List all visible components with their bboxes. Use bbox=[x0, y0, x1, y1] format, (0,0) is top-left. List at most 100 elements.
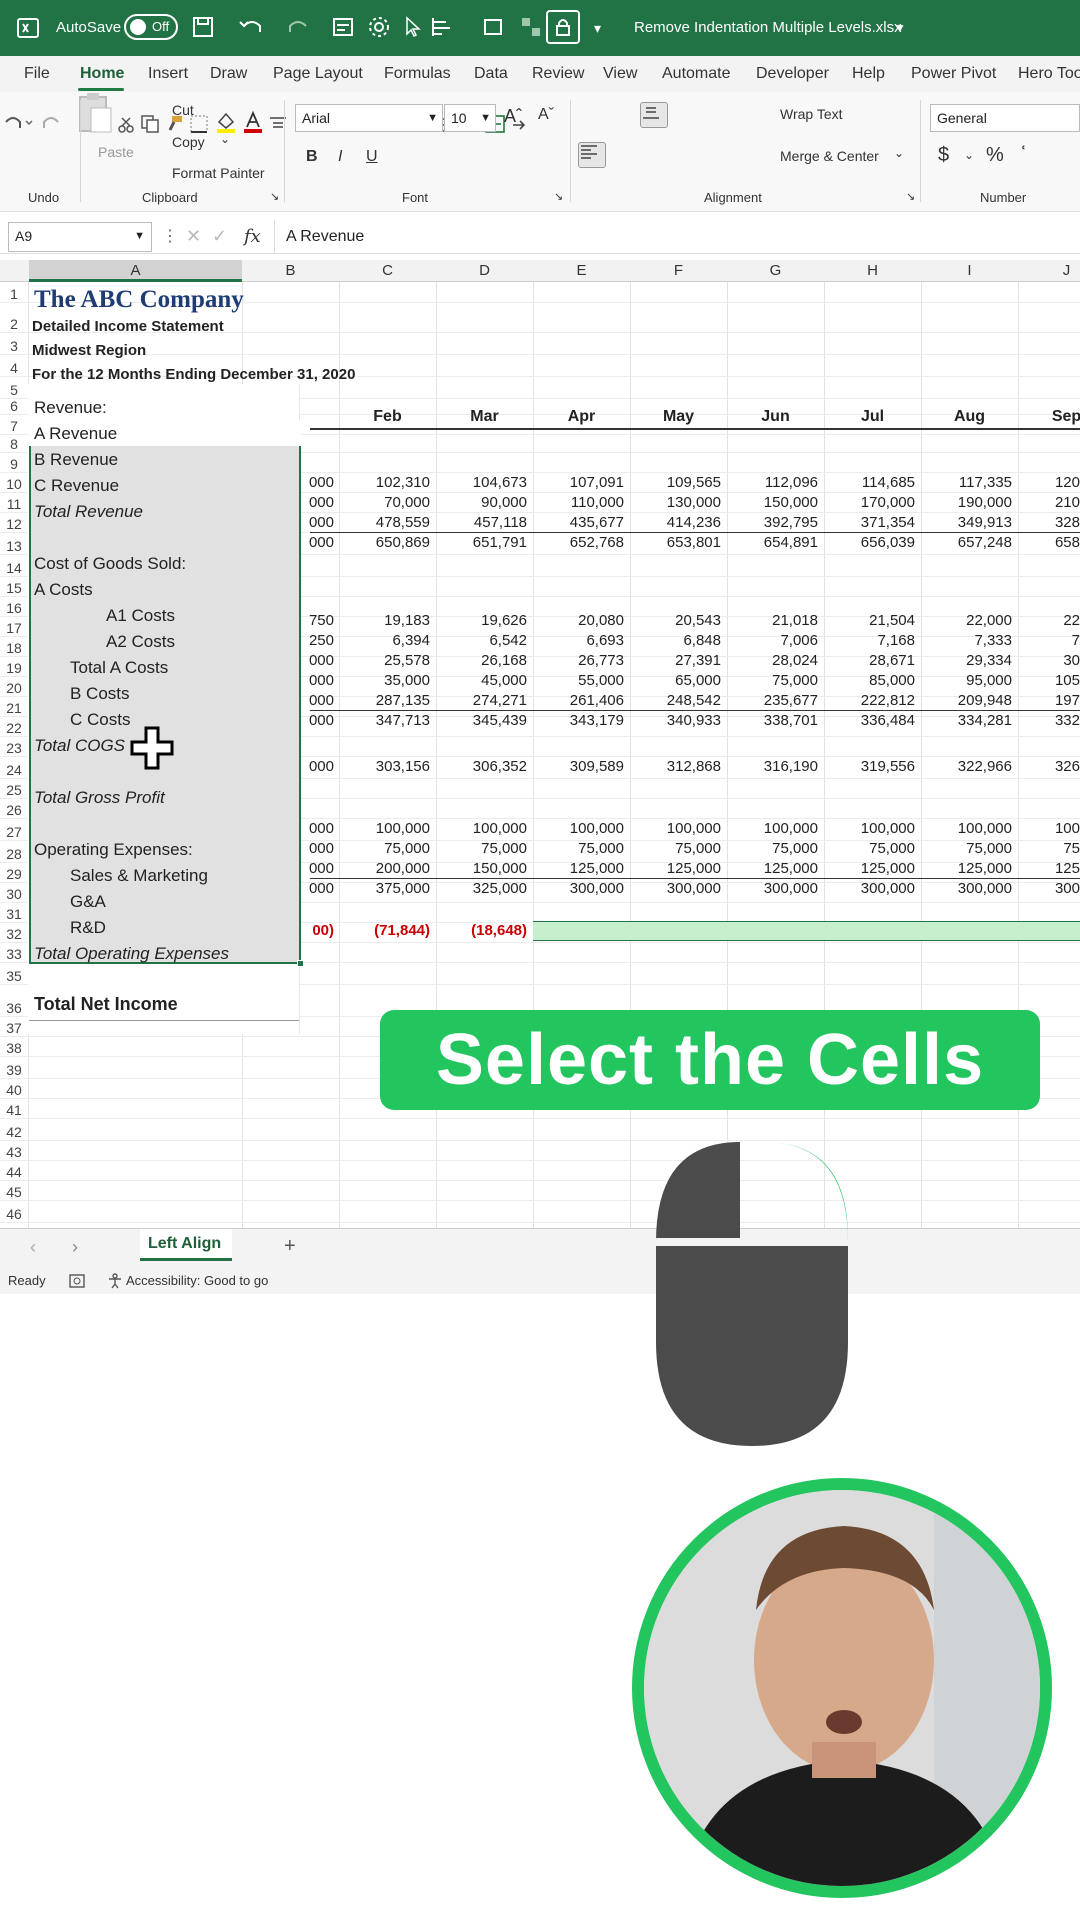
table-cell[interactable]: 322,966 bbox=[921, 758, 1012, 775]
cell-b-partial[interactable]: 000 bbox=[300, 840, 334, 857]
cut-button[interactable]: Cut bbox=[172, 102, 194, 118]
table-cell[interactable]: 125,000 bbox=[727, 860, 818, 877]
table-cell[interactable]: 654,891 bbox=[727, 534, 818, 551]
table-cell[interactable]: 235,677 bbox=[727, 692, 818, 709]
row-header-10[interactable]: 10 bbox=[0, 476, 28, 492]
percent-button[interactable]: % bbox=[986, 144, 1004, 167]
table-cell[interactable]: 100,000 bbox=[630, 820, 721, 837]
tab-draw[interactable]: Draw bbox=[210, 56, 247, 92]
table-cell[interactable]: 340,933 bbox=[630, 712, 721, 729]
row-header-15[interactable]: 15 bbox=[0, 580, 28, 596]
table-cell[interactable]: 150,000 bbox=[436, 860, 527, 877]
row-header-38[interactable]: 38 bbox=[0, 1040, 28, 1056]
cell-b-partial[interactable]: 000 bbox=[300, 758, 334, 775]
table-cell[interactable]: 6,542 bbox=[436, 632, 527, 649]
table-cell[interactable]: 328 bbox=[1018, 514, 1080, 531]
row-header-21[interactable]: 21 bbox=[0, 700, 28, 716]
fill-handle[interactable] bbox=[297, 960, 304, 967]
table-cell[interactable]: 170,000 bbox=[824, 494, 915, 511]
clipboard-launcher-icon[interactable]: ↘ bbox=[270, 190, 279, 203]
table-cell[interactable]: 261,406 bbox=[533, 692, 624, 709]
redo-icon[interactable] bbox=[38, 112, 72, 134]
column-header-b[interactable]: B bbox=[242, 260, 339, 282]
table-cell[interactable]: 35,000 bbox=[339, 672, 430, 689]
table-cell[interactable]: 332 bbox=[1018, 712, 1080, 729]
table-cell[interactable]: 75,000 bbox=[630, 840, 721, 857]
copy-icon[interactable] bbox=[140, 114, 160, 134]
table-cell[interactable]: 300,000 bbox=[824, 880, 915, 897]
row-header-22[interactable]: 22 bbox=[0, 720, 28, 736]
row-header-1[interactable]: 1 bbox=[0, 286, 28, 302]
table-cell[interactable]: 209,948 bbox=[921, 692, 1012, 709]
table-cell[interactable]: 100,000 bbox=[436, 820, 527, 837]
table-cell[interactable]: 303,156 bbox=[339, 758, 430, 775]
table-cell[interactable]: 20,543 bbox=[630, 612, 721, 629]
column-header-h[interactable]: H bbox=[824, 260, 921, 282]
row-header-43[interactable]: 43 bbox=[0, 1144, 28, 1160]
table-cell[interactable]: 100,000 bbox=[727, 820, 818, 837]
table-cell[interactable]: 326 bbox=[1018, 758, 1080, 775]
table-cell[interactable]: 75,000 bbox=[921, 840, 1012, 857]
currency-chevron-down-icon[interactable]: ⌄ bbox=[964, 148, 974, 162]
table-cell[interactable]: 90,000 bbox=[436, 494, 527, 511]
row-header-6[interactable]: 6 bbox=[0, 398, 28, 414]
format-painter-button[interactable]: Format Painter bbox=[172, 165, 265, 181]
table-cell[interactable]: 75,000 bbox=[824, 840, 915, 857]
label-total-a-costs[interactable]: Total A Costs bbox=[70, 658, 168, 678]
align-bottom-button[interactable] bbox=[640, 102, 668, 128]
screenshot-icon[interactable] bbox=[482, 16, 506, 38]
fill-color-icon[interactable] bbox=[215, 110, 237, 134]
tab-view[interactable]: View bbox=[603, 56, 637, 92]
label-a1-costs[interactable]: A1 Costs bbox=[106, 606, 175, 626]
table-cell[interactable]: 120 bbox=[1018, 474, 1080, 491]
merge-center-button[interactable]: Merge & Center bbox=[780, 148, 879, 164]
table-cell[interactable]: 650,869 bbox=[339, 534, 430, 551]
lock-button[interactable] bbox=[546, 10, 580, 44]
table-cell[interactable]: 334,281 bbox=[921, 712, 1012, 729]
row-header-41[interactable]: 41 bbox=[0, 1102, 28, 1118]
table-cell[interactable]: 117,335 bbox=[921, 474, 1012, 491]
table-cell[interactable]: 7 bbox=[1018, 632, 1080, 649]
table-cell[interactable]: 6,693 bbox=[533, 632, 624, 649]
font-name-select[interactable]: Arial ▼ bbox=[295, 104, 443, 132]
cell-b-partial[interactable]: 00) bbox=[300, 922, 334, 939]
qat-more-icon[interactable]: ▾ bbox=[594, 0, 601, 56]
file-name[interactable]: Remove Indentation Multiple Levels.xlsx bbox=[634, 0, 902, 56]
enter-icon[interactable]: ✓ bbox=[212, 226, 227, 247]
row-header-8[interactable]: 8 bbox=[0, 436, 28, 452]
table-cell[interactable]: 309,589 bbox=[533, 758, 624, 775]
font-launcher-icon[interactable]: ↘ bbox=[554, 190, 563, 203]
table-cell[interactable]: 652,768 bbox=[533, 534, 624, 551]
table-cell[interactable]: (18,648) bbox=[436, 922, 527, 939]
table-cell[interactable]: 300,000 bbox=[921, 880, 1012, 897]
bold-button[interactable]: B bbox=[306, 148, 318, 166]
table-cell[interactable]: 26,168 bbox=[436, 652, 527, 669]
macro-icon[interactable] bbox=[68, 1273, 86, 1289]
label-b-revenue[interactable]: B Revenue bbox=[34, 450, 118, 470]
table-cell[interactable]: 20,080 bbox=[533, 612, 624, 629]
currency-button[interactable]: $ bbox=[938, 144, 949, 167]
table-cell[interactable]: 435,677 bbox=[533, 514, 624, 531]
row-header-23[interactable]: 23 bbox=[0, 740, 28, 756]
table-cell[interactable]: 325,000 bbox=[436, 880, 527, 897]
label-revenue[interactable]: Revenue: bbox=[34, 398, 107, 418]
table-cell[interactable]: 345,439 bbox=[436, 712, 527, 729]
cell-b-partial[interactable]: 000 bbox=[300, 860, 334, 877]
row-header-20[interactable]: 20 bbox=[0, 680, 28, 696]
wrap-text-button[interactable]: Wrap Text bbox=[780, 106, 843, 122]
row-header-17[interactable]: 17 bbox=[0, 620, 28, 636]
tab-developer[interactable]: Developer bbox=[756, 56, 829, 92]
table-cell[interactable]: 651,791 bbox=[436, 534, 527, 551]
row-header-14[interactable]: 14 bbox=[0, 560, 28, 576]
cell-b-partial[interactable]: 000 bbox=[300, 534, 334, 551]
table-cell[interactable]: 287,135 bbox=[339, 692, 430, 709]
row-header-9[interactable]: 9 bbox=[0, 456, 28, 472]
table-cell[interactable]: 100,000 bbox=[824, 820, 915, 837]
table-cell[interactable]: 75,000 bbox=[436, 840, 527, 857]
label-gross-profit[interactable]: Total Gross Profit bbox=[34, 788, 165, 808]
row-header-2[interactable]: 2 bbox=[0, 316, 28, 332]
label-opex[interactable]: Operating Expenses: bbox=[34, 840, 193, 860]
table-cell[interactable]: 457,118 bbox=[436, 514, 527, 531]
row-header-31[interactable]: 31 bbox=[0, 906, 28, 922]
align-icon[interactable] bbox=[430, 16, 460, 38]
